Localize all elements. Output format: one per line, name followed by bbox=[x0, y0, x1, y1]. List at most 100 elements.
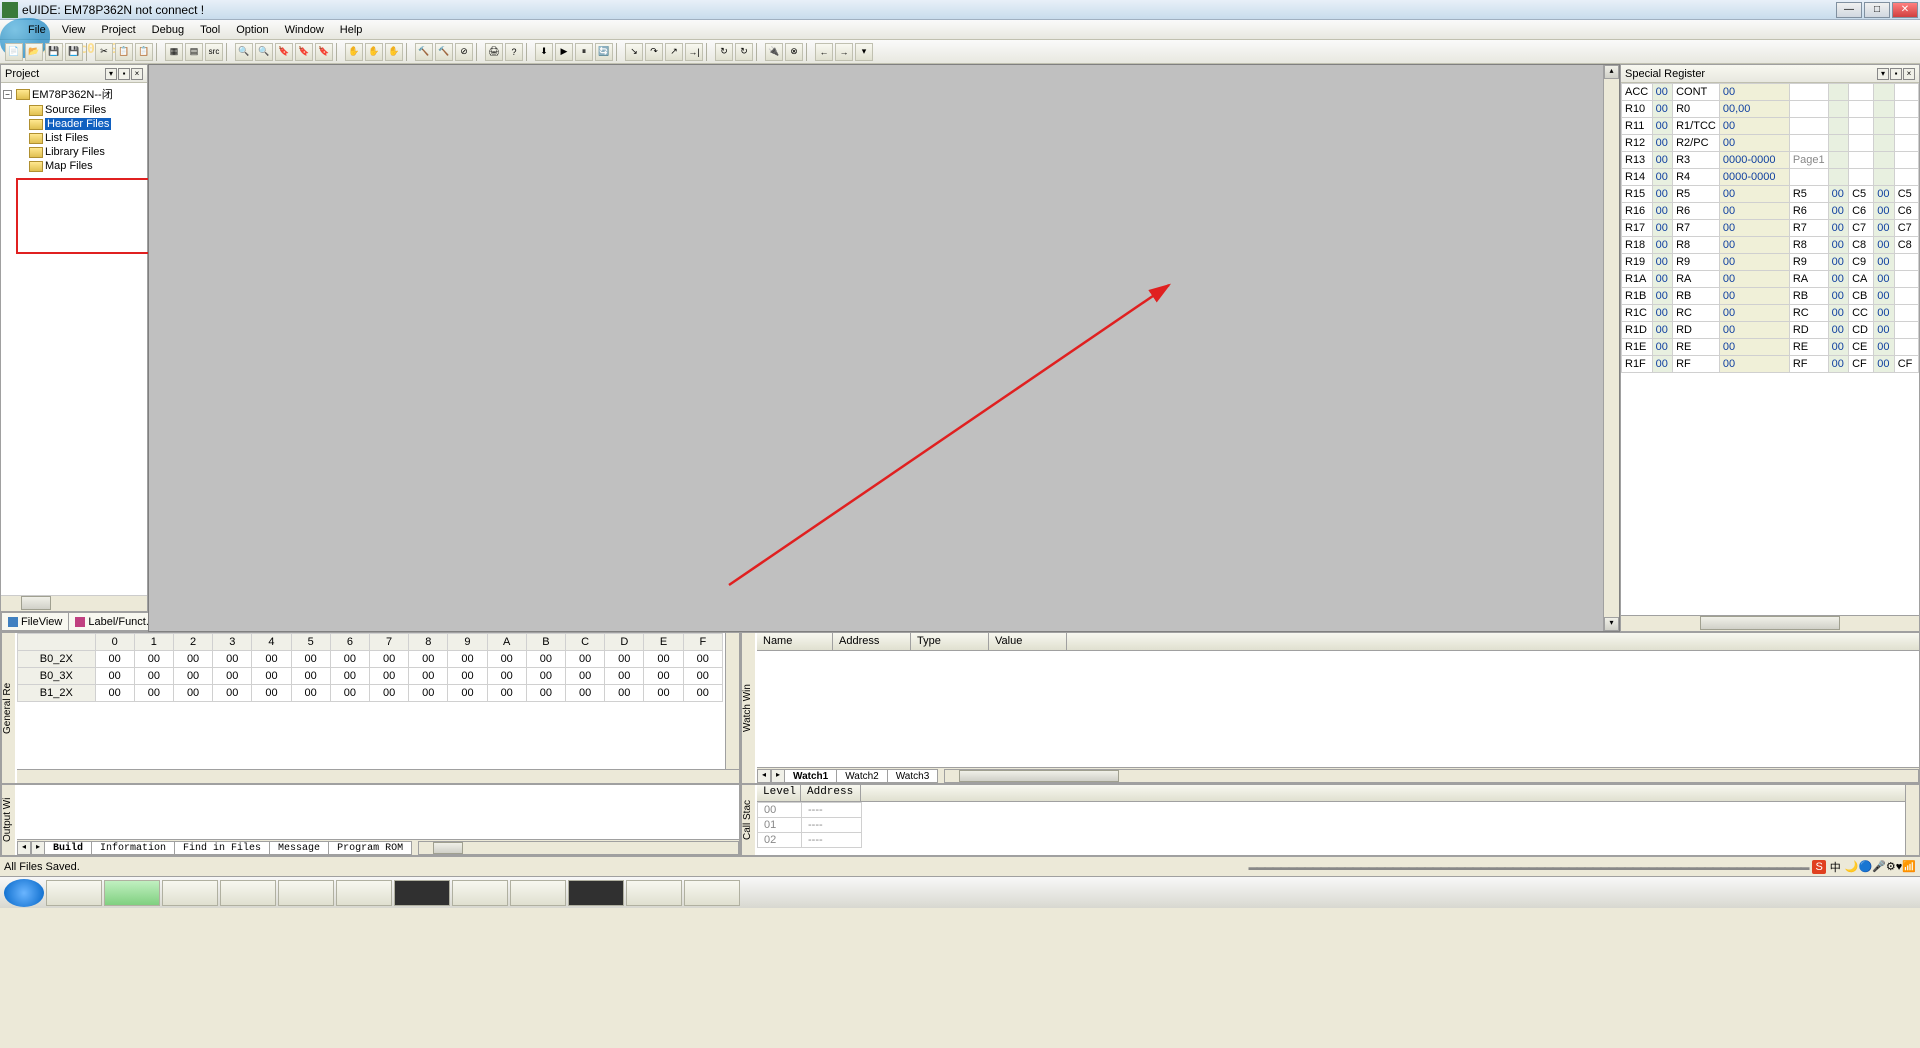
tray-icon-3[interactable]: 🎤 bbox=[1872, 860, 1886, 873]
build-icon[interactable]: 🔨 bbox=[415, 43, 433, 61]
taskbar-item[interactable] bbox=[626, 880, 682, 906]
menu-help[interactable]: Help bbox=[332, 22, 371, 38]
register-row[interactable]: R1300R30000-0000Page1 bbox=[1622, 152, 1919, 169]
stack-col-address[interactable]: Address bbox=[801, 785, 861, 801]
taskbar-item[interactable] bbox=[336, 880, 392, 906]
nav-fwd-icon[interactable]: → bbox=[835, 43, 853, 61]
taskbar-item[interactable] bbox=[394, 880, 450, 906]
taskbar-item[interactable] bbox=[162, 880, 218, 906]
register-row[interactable]: R1700R700R700C700C7 bbox=[1622, 220, 1919, 237]
register-row[interactable]: R1600R600R600C600C6 bbox=[1622, 203, 1919, 220]
taskbar-item[interactable] bbox=[568, 880, 624, 906]
menu-debug[interactable]: Debug bbox=[144, 22, 192, 38]
output-tab-info[interactable]: Information bbox=[91, 841, 175, 855]
taskbar-item[interactable] bbox=[46, 880, 102, 906]
taskbar-item[interactable] bbox=[104, 880, 160, 906]
tray-icon-4[interactable]: ⚙ bbox=[1886, 860, 1896, 873]
watch-col-value[interactable]: Value bbox=[989, 633, 1067, 650]
print-icon[interactable]: 🖨 bbox=[485, 43, 503, 61]
output-hscroll[interactable] bbox=[418, 841, 739, 855]
step-out-icon[interactable]: ↗ bbox=[665, 43, 683, 61]
collapse-icon[interactable]: − bbox=[3, 90, 12, 99]
register-row[interactable]: R1500R500R500C500C5 bbox=[1622, 186, 1919, 203]
register-row[interactable]: R1B00RB00RB00CB00 bbox=[1622, 288, 1919, 305]
stack-col-level[interactable]: Level bbox=[757, 785, 801, 801]
watch-hscroll[interactable] bbox=[944, 769, 1919, 783]
scroll-up-icon[interactable]: ▴ bbox=[1604, 65, 1619, 79]
project-item-1[interactable]: Header Files bbox=[3, 117, 145, 131]
tab-prev-icon[interactable]: ◂ bbox=[757, 769, 771, 783]
minimize-button[interactable]: — bbox=[1836, 2, 1862, 18]
breakpoint-icon[interactable]: ✋ bbox=[345, 43, 363, 61]
close-button[interactable]: ✕ bbox=[1892, 2, 1918, 18]
mem-col-header[interactable]: 2 bbox=[173, 634, 212, 651]
tab-next-icon[interactable]: ▸ bbox=[31, 841, 45, 855]
project-tree[interactable]: − EM78P362N--闭 Source FilesHeader FilesL… bbox=[1, 83, 147, 595]
pause-icon[interactable]: ⏸ bbox=[575, 43, 593, 61]
mem-col-header[interactable]: D bbox=[605, 634, 644, 651]
register-row[interactable]: R1F00RF00RF00CF00CF bbox=[1622, 356, 1919, 373]
mem-col-header[interactable] bbox=[18, 634, 96, 651]
find-icon[interactable]: 🔍 bbox=[235, 43, 253, 61]
register-row[interactable]: R1900R900R900C900 bbox=[1622, 254, 1919, 271]
mem-col-header[interactable]: C bbox=[566, 634, 605, 651]
open-icon[interactable]: 📂 bbox=[25, 43, 43, 61]
memory-hscroll[interactable] bbox=[17, 769, 739, 783]
taskbar-item[interactable] bbox=[220, 880, 276, 906]
register-row[interactable]: ACC00CONT00 bbox=[1622, 84, 1919, 101]
memory-row[interactable]: B0_3X00000000000000000000000000000000 bbox=[18, 668, 723, 685]
tray-icon-2[interactable]: 🔵 bbox=[1858, 860, 1872, 873]
stack-row[interactable]: 00---- bbox=[758, 803, 862, 818]
mem-col-header[interactable]: E bbox=[644, 634, 683, 651]
tray-icon-6[interactable]: 📶 bbox=[1902, 860, 1916, 873]
memory-row[interactable]: B0_2X00000000000000000000000000000000 bbox=[18, 651, 723, 668]
taskbar-item[interactable] bbox=[452, 880, 508, 906]
output-tab-build[interactable]: Build bbox=[44, 841, 92, 855]
memory-vscroll[interactable] bbox=[725, 633, 739, 769]
output-tab-msg[interactable]: Message bbox=[269, 841, 329, 855]
bp-clear-icon[interactable]: ✋ bbox=[385, 43, 403, 61]
new-icon[interactable]: 📄 bbox=[5, 43, 23, 61]
ime-lang[interactable]: 中 bbox=[1830, 859, 1841, 875]
taskbar-item[interactable] bbox=[684, 880, 740, 906]
mem-col-header[interactable]: 8 bbox=[409, 634, 448, 651]
project-icon[interactable]: ▦ bbox=[165, 43, 183, 61]
menu-tool[interactable]: Tool bbox=[192, 22, 228, 38]
bookmark-clear-icon[interactable]: 🔖 bbox=[315, 43, 333, 61]
close-panel-icon[interactable]: × bbox=[1903, 68, 1915, 80]
taskbar-item[interactable] bbox=[278, 880, 334, 906]
register-row[interactable]: R1C00RC00RC00CC00 bbox=[1622, 305, 1919, 322]
callstack-vscroll[interactable] bbox=[1905, 785, 1919, 855]
tray-icon-1[interactable]: 🌙 bbox=[1845, 860, 1859, 873]
saveall-icon[interactable]: 💾 bbox=[65, 43, 83, 61]
copy-icon[interactable]: 📋 bbox=[115, 43, 133, 61]
project-item-0[interactable]: Source Files bbox=[3, 103, 145, 117]
watch-tab-1[interactable]: Watch1 bbox=[784, 769, 837, 783]
mem-col-header[interactable]: 1 bbox=[134, 634, 173, 651]
close-panel-icon[interactable]: × bbox=[131, 68, 143, 80]
maximize-button[interactable]: □ bbox=[1864, 2, 1890, 18]
menu-window[interactable]: Window bbox=[277, 22, 332, 38]
mem-col-header[interactable]: A bbox=[487, 634, 526, 651]
watch-col-name[interactable]: Name bbox=[757, 633, 833, 650]
project-hscroll[interactable] bbox=[1, 595, 147, 611]
stack-row[interactable]: 01---- bbox=[758, 818, 862, 833]
project-item-4[interactable]: Map Files bbox=[3, 159, 145, 173]
register-hscroll[interactable] bbox=[1621, 615, 1919, 631]
mem-col-header[interactable]: 3 bbox=[213, 634, 252, 651]
cut-icon[interactable]: ✂ bbox=[95, 43, 113, 61]
mem-col-header[interactable]: B bbox=[526, 634, 565, 651]
rebuild-icon[interactable]: 🔨 bbox=[435, 43, 453, 61]
ime-icon[interactable]: S bbox=[1812, 860, 1825, 874]
watch-body[interactable] bbox=[757, 651, 1905, 767]
memory-row[interactable]: B1_2X00000000000000000000000000000000 bbox=[18, 685, 723, 702]
save-icon[interactable]: 💾 bbox=[45, 43, 63, 61]
project-item-2[interactable]: List Files bbox=[3, 131, 145, 145]
editor-vscroll[interactable]: ▴ ▾ bbox=[1603, 65, 1619, 631]
taskbar-item[interactable] bbox=[510, 880, 566, 906]
step-into-icon[interactable]: ↘ bbox=[625, 43, 643, 61]
mem-col-header[interactable]: 5 bbox=[291, 634, 330, 651]
register-row[interactable]: R1E00RE00RE00CE00 bbox=[1622, 339, 1919, 356]
register-row[interactable]: R1000R000,00 bbox=[1622, 101, 1919, 118]
stack-row[interactable]: 02---- bbox=[758, 833, 862, 848]
